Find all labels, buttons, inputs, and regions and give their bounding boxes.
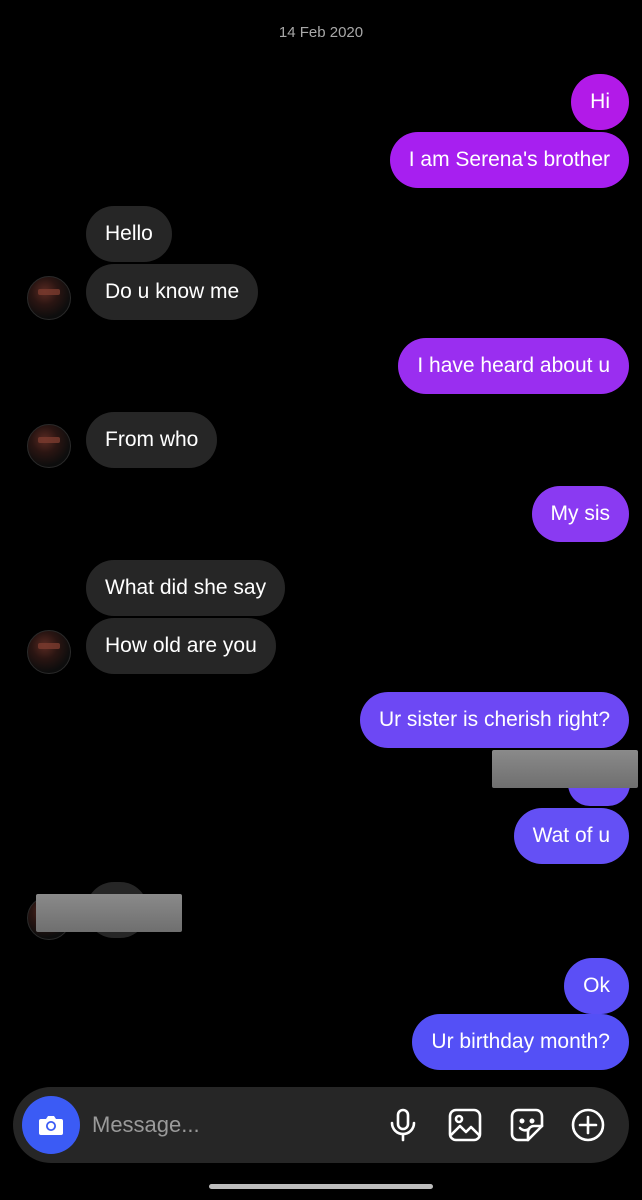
microphone-button[interactable] [384,1106,422,1144]
message-bubble-incoming[interactable]: What did she say [86,560,286,616]
camera-button[interactable] [22,1096,80,1154]
message-bubble-outgoing[interactable]: Ok [564,958,629,1014]
gallery-icon [448,1108,482,1142]
home-indicator [209,1184,433,1189]
message-composer: Message... [13,1087,629,1163]
sticker-button[interactable] [508,1106,546,1144]
message-bubble-outgoing[interactable]: I am Serena's brother [389,132,629,188]
message-bubble-outgoing[interactable]: I have heard about u [398,338,629,394]
redaction-block [492,750,638,788]
message-input[interactable]: Message... [92,1087,200,1163]
message-bubble-outgoing[interactable]: My sis [531,486,629,542]
camera-icon [39,1116,63,1135]
message-bubble-outgoing[interactable]: Ur birthday month? [412,1014,629,1070]
contact-avatar[interactable] [27,630,71,674]
contact-avatar[interactable] [27,424,71,468]
message-bubble-outgoing[interactable]: Hi [571,74,629,130]
message-bubble-incoming[interactable]: Hello [86,206,172,262]
message-bubble-outgoing[interactable]: Wat of u [513,808,629,864]
contact-avatar[interactable] [27,276,71,320]
message-bubble-incoming[interactable]: Do u know me [86,264,259,320]
plus-icon [571,1108,605,1142]
message-bubble-incoming[interactable]: How old are you [86,618,276,674]
gallery-button[interactable] [446,1106,484,1144]
chat-date: 14 Feb 2020 [278,24,364,41]
sticker-icon [510,1108,544,1142]
more-options-button[interactable] [569,1106,607,1144]
microphone-icon [390,1108,416,1142]
redaction-block [36,894,182,932]
message-bubble-incoming[interactable]: From who [86,412,218,468]
message-bubble-outgoing[interactable]: Ur sister is cherish right? [359,692,629,748]
